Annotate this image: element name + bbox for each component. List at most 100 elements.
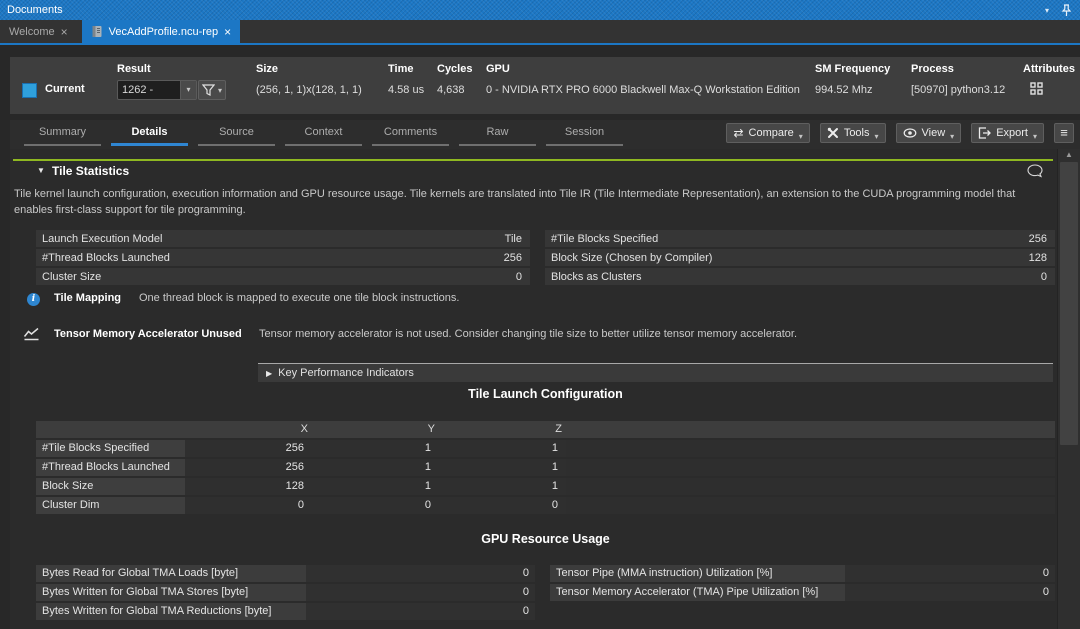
- resource-usage-title: GPU Resource Usage: [36, 532, 1055, 546]
- report-file-icon: [91, 25, 103, 38]
- table-cell-filler: [566, 459, 1055, 476]
- table-cell-filler: [566, 440, 1055, 457]
- tab-report[interactable]: VecAddProfile.ncu-rep ×: [82, 20, 240, 43]
- table-cell-filler: [566, 478, 1055, 495]
- cycles-value: 4,638: [437, 84, 465, 96]
- tools-button[interactable]: Tools ▾: [820, 123, 886, 143]
- pin-icon[interactable]: [1061, 4, 1072, 17]
- table-cell: 1: [439, 478, 566, 495]
- tab-welcome-label: Welcome: [9, 26, 55, 38]
- stat-row: Block Size (Chosen by Compiler) 128: [545, 249, 1055, 266]
- scroll-up-icon[interactable]: ▲: [1058, 150, 1080, 159]
- resource-row: Bytes Written for Global TMA Reductions …: [36, 603, 535, 620]
- column-sm-frequency: SM Frequency: [815, 63, 890, 75]
- line-chart-icon: [23, 327, 40, 341]
- collapse-triangle-icon[interactable]: ▶: [266, 369, 272, 378]
- tab-summary[interactable]: Summary: [19, 122, 106, 147]
- tab-comments[interactable]: Comments: [367, 122, 454, 147]
- tab-session[interactable]: Session: [541, 122, 628, 147]
- resource-row: Tensor Pipe (MMA instruction) Utilizatio…: [550, 565, 1055, 582]
- compare-icon: ⇄: [733, 127, 743, 139]
- table-cell: 256: [185, 440, 312, 457]
- window-titlebar: Documents ▾: [0, 0, 1080, 20]
- stat-row: Launch Execution Model Tile: [36, 230, 530, 247]
- nsight-compute-window: Documents ▾ Welcome × VecAddProfile.ncu-…: [0, 0, 1080, 629]
- chevron-down-icon: ▾: [799, 132, 803, 141]
- info-icon: i: [27, 292, 40, 306]
- stat-row: Cluster Size 0: [36, 268, 530, 285]
- attributes-grid-icon[interactable]: [1030, 82, 1043, 95]
- tab-context[interactable]: Context: [280, 122, 367, 147]
- scrollbar-thumb[interactable]: [1060, 162, 1078, 445]
- table-row-label: #Tile Blocks Specified: [36, 440, 185, 457]
- tma-unused-title: Tensor Memory Accelerator Unused: [54, 328, 242, 340]
- tab-raw[interactable]: Raw: [454, 122, 541, 147]
- tile-mapping-text: One thread block is mapped to execute on…: [139, 292, 459, 304]
- tools-icon: [827, 127, 839, 139]
- time-value: 4.58 us: [388, 84, 424, 96]
- column-cycles: Cycles: [437, 63, 472, 75]
- vertical-scrollbar[interactable]: ▲: [1057, 149, 1080, 629]
- table-cell: 256: [185, 459, 312, 476]
- gpu-value: 0 - NVIDIA RTX PRO 6000 Blackwell Max-Q …: [486, 84, 800, 96]
- table-header-z: Z: [439, 421, 566, 438]
- stat-row: #Thread Blocks Launched 256: [36, 249, 530, 266]
- export-icon: [978, 127, 991, 139]
- resource-row: Tensor Memory Accelerator (TMA) Pipe Uti…: [550, 584, 1055, 601]
- chevron-down-icon[interactable]: ▾: [180, 81, 196, 99]
- chevron-down-icon[interactable]: ▾: [1045, 6, 1049, 15]
- tile-statistics-header[interactable]: ▼ Tile Statistics: [10, 164, 1057, 182]
- collapse-triangle-icon[interactable]: ▼: [37, 166, 45, 175]
- sm-frequency-value: 994.52 Mhz: [815, 84, 872, 96]
- key-performance-indicators-header[interactable]: ▶ Key Performance Indicators: [258, 363, 1053, 382]
- section-description: Tile kernel launch configuration, execut…: [14, 186, 1050, 218]
- result-dropdown[interactable]: 1262 - vector_ ▾: [117, 80, 197, 100]
- resource-row: Bytes Written for Global TMA Stores [byt…: [36, 584, 535, 601]
- filter-funnel-icon: [202, 84, 215, 96]
- current-label: Current: [45, 83, 85, 95]
- page-tab-strip: Summary Details Source Context Comments …: [10, 120, 1080, 149]
- column-size: Size: [256, 63, 278, 75]
- table-row-label: #Thread Blocks Launched: [36, 459, 185, 476]
- tma-unused-text: Tensor memory accelerator is not used. C…: [259, 328, 797, 340]
- filter-button[interactable]: ▾: [198, 80, 226, 100]
- column-process: Process: [911, 63, 954, 75]
- kpi-title: Key Performance Indicators: [278, 367, 414, 379]
- export-button[interactable]: Export ▾: [971, 123, 1044, 143]
- chevron-down-icon: ▾: [1033, 132, 1037, 141]
- tab-details[interactable]: Details: [106, 122, 193, 147]
- compare-button[interactable]: ⇄ Compare ▾: [726, 123, 809, 143]
- resource-row: Bytes Read for Global TMA Loads [byte] 0: [36, 565, 535, 582]
- table-row-label: Block Size: [36, 478, 185, 495]
- table-cell-filler: [566, 497, 1055, 514]
- current-result-checkbox[interactable]: [22, 83, 37, 98]
- chevron-down-icon[interactable]: ▾: [218, 86, 222, 95]
- result-dropdown-value: 1262 - vector_: [118, 81, 180, 99]
- tile-mapping-title: Tile Mapping: [54, 292, 121, 304]
- close-icon[interactable]: ×: [61, 26, 68, 38]
- table-header-cell: [36, 421, 185, 438]
- menu-icon[interactable]: ≡: [1054, 123, 1074, 143]
- comment-bubble-icon[interactable]: [1027, 164, 1043, 178]
- chevron-down-icon: ▾: [875, 132, 879, 141]
- table-row-label: Cluster Dim: [36, 497, 185, 514]
- table-cell: 1: [312, 478, 439, 495]
- tab-report-label: VecAddProfile.ncu-rep: [109, 26, 218, 38]
- table-header-y: Y: [312, 421, 439, 438]
- table-cell: 0: [439, 497, 566, 514]
- column-attributes: Attributes: [1023, 63, 1075, 75]
- launch-config-table: X Y Z #Tile Blocks Specified 256 1 1 #Th…: [36, 421, 1055, 514]
- table-header-cell: [566, 421, 1055, 438]
- close-icon[interactable]: ×: [224, 26, 231, 38]
- view-button[interactable]: View ▾: [896, 123, 962, 143]
- column-gpu: GPU: [486, 63, 510, 75]
- table-header-x: X: [185, 421, 312, 438]
- window-title: Documents: [7, 0, 63, 20]
- column-result: Result: [117, 63, 151, 75]
- tab-source[interactable]: Source: [193, 122, 280, 147]
- tab-welcome[interactable]: Welcome ×: [0, 20, 77, 43]
- launch-config-title: Tile Launch Configuration: [36, 387, 1055, 401]
- tile-statistics-table: Launch Execution Model Tile #Thread Bloc…: [36, 230, 1055, 286]
- section-title: Tile Statistics: [52, 164, 129, 178]
- column-time: Time: [388, 63, 413, 75]
